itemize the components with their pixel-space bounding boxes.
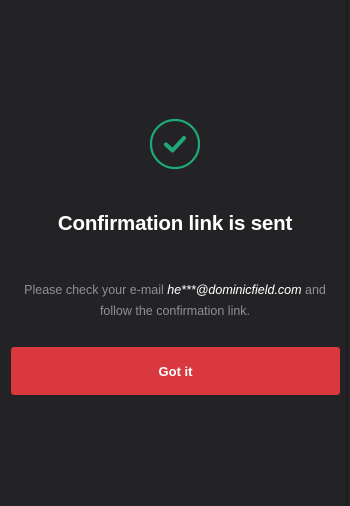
dialog-message: Please check your e-mail he***@dominicfi… <box>12 280 338 322</box>
dialog-title: Confirmation link is sent <box>57 212 293 235</box>
masked-email: he***@dominicfield.com <box>167 283 302 297</box>
confirmation-dialog: Confirmation link is sent Please check y… <box>0 0 347 506</box>
message-text-start: Please check your e-mail <box>24 283 168 297</box>
check-circle-icon <box>149 118 201 170</box>
got-it-button[interactable]: Got it <box>11 347 340 395</box>
